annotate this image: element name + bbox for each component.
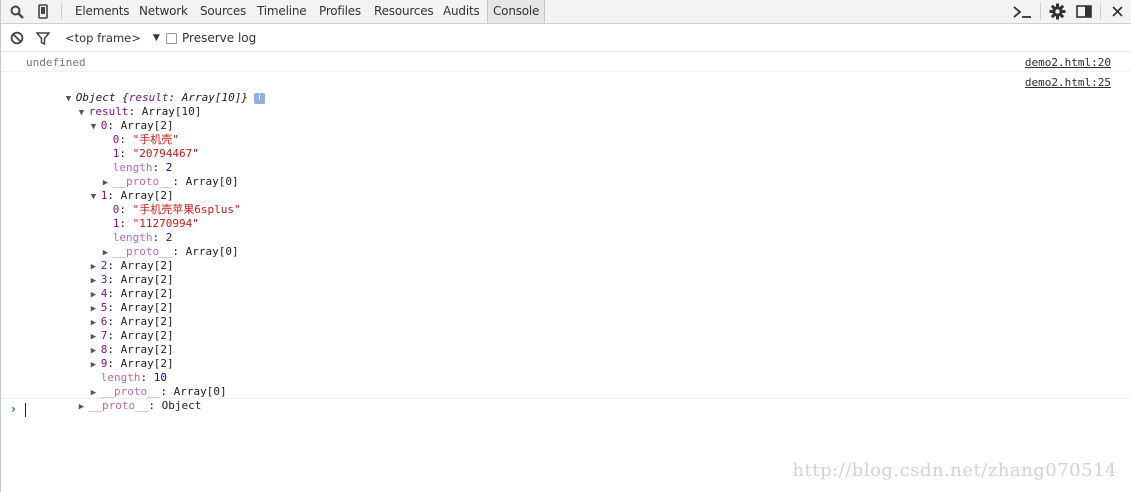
tab-sources[interactable]: Sources bbox=[200, 0, 246, 23]
preserve-log-label: Preserve log bbox=[182, 31, 257, 45]
tree-row-result-proto[interactable]: ▶ __proto__: Array[0] bbox=[51, 371, 227, 398]
console-input-caret[interactable] bbox=[25, 403, 26, 417]
close-icon[interactable] bbox=[1109, 0, 1125, 23]
tab-timeline[interactable]: Timeline bbox=[257, 0, 307, 23]
tree-row-result[interactable]: ▼ result: Array[10] bbox=[39, 91, 202, 118]
tree-row-item-1-length: length: 2 bbox=[112, 231, 173, 244]
search-icon[interactable] bbox=[9, 0, 25, 23]
console-message: undefined demo2.html:20 bbox=[1, 52, 1131, 72]
source-link[interactable]: demo2.html:25 bbox=[1025, 76, 1111, 89]
toolbar-divider bbox=[1100, 3, 1101, 20]
console-filter-bar: <top frame> ▼ Preserve log bbox=[1, 24, 1131, 52]
devtools-toolbar: Elements Network Sources Timeline Profil… bbox=[1, 0, 1131, 24]
expand-triangle-icon[interactable]: ▶ bbox=[79, 400, 89, 414]
clear-console-icon[interactable] bbox=[10, 24, 24, 52]
tree-row-item-1-el-1: 1: "11270994" bbox=[112, 217, 199, 230]
tree-row-item-0-length: length: 2 bbox=[112, 161, 173, 174]
watermark: http://blog.csdn.net/zhang070514 bbox=[792, 460, 1117, 481]
tree-row-result-length: length: 10 bbox=[100, 371, 167, 384]
tree-row-item[interactable]: ▶ 4: Array[2] bbox=[51, 273, 174, 300]
property-name: __proto__ bbox=[88, 399, 149, 412]
tab-network[interactable]: Network bbox=[139, 0, 188, 23]
tree-row-item[interactable]: ▶ 3: Array[2] bbox=[51, 259, 174, 286]
tree-row-item-1-proto[interactable]: ▶ __proto__: Array[0] bbox=[63, 231, 239, 258]
log-text: undefined bbox=[26, 56, 86, 69]
tree-row-item[interactable]: ▶ 5: Array[2] bbox=[51, 287, 174, 314]
property-value: Array[0] bbox=[185, 175, 239, 188]
tab-console[interactable]: Console bbox=[487, 0, 546, 23]
frame-select[interactable]: <top frame> ▼ bbox=[65, 24, 160, 52]
console-message: demo2.html:25 ▼ Object {result: Array[10]… bbox=[1, 72, 1131, 412]
tree-row-item-1[interactable]: ▼ 1: Array[2] bbox=[51, 175, 174, 202]
object-root[interactable]: ▼ Object {result: Array[10]} i bbox=[26, 77, 265, 104]
tab-audits[interactable]: Audits bbox=[443, 0, 480, 23]
chevron-down-icon: ▼ bbox=[152, 33, 160, 43]
property-value: Array[0] bbox=[185, 245, 239, 258]
tree-row-item[interactable]: ▶ 2: Array[2] bbox=[51, 245, 174, 272]
frame-select-value: <top frame> bbox=[65, 31, 141, 45]
checkbox-box[interactable] bbox=[166, 32, 177, 44]
toolbar-divider bbox=[1040, 3, 1041, 20]
gear-icon[interactable] bbox=[1047, 0, 1067, 23]
tree-row-item-0[interactable]: ▼ 0: Array[2] bbox=[51, 105, 174, 132]
filter-icon[interactable] bbox=[36, 24, 50, 52]
tree-row-item-1-el-0: 0: "手机壳苹果6splus" bbox=[112, 203, 241, 216]
preserve-log-checkbox[interactable]: Preserve log bbox=[166, 24, 256, 52]
tree-row-root-proto[interactable]: ▶ __proto__: Object bbox=[39, 385, 202, 412]
console-prompt-icon: › bbox=[11, 402, 16, 416]
tree-row-item[interactable]: ▶ 6: Array[2] bbox=[51, 301, 174, 328]
tree-row-item[interactable]: ▶ 8: Array[2] bbox=[51, 329, 174, 356]
tree-row-item-0-el-0: 0: "手机壳" bbox=[112, 133, 179, 146]
tree-row-item-0-proto[interactable]: ▶ __proto__: Array[0] bbox=[63, 161, 239, 188]
tab-profiles[interactable]: Profiles bbox=[319, 0, 361, 23]
tree-row-item[interactable]: ▶ 7: Array[2] bbox=[51, 315, 174, 342]
property-value: Object bbox=[161, 399, 202, 412]
tree-row-item[interactable]: ▶ 9: Array[2] bbox=[51, 343, 174, 370]
info-icon[interactable]: i bbox=[253, 92, 265, 104]
tab-elements[interactable]: Elements bbox=[75, 0, 130, 23]
dock-side-icon[interactable] bbox=[1074, 0, 1094, 23]
console-drawer-icon[interactable] bbox=[1011, 0, 1033, 23]
tab-resources[interactable]: Resources bbox=[374, 0, 434, 23]
toolbar-divider bbox=[61, 3, 62, 20]
source-link[interactable]: demo2.html:20 bbox=[1025, 56, 1111, 69]
device-mode-icon[interactable] bbox=[35, 0, 51, 23]
tree-row-item-0-el-1: 1: "20794467" bbox=[112, 147, 199, 160]
